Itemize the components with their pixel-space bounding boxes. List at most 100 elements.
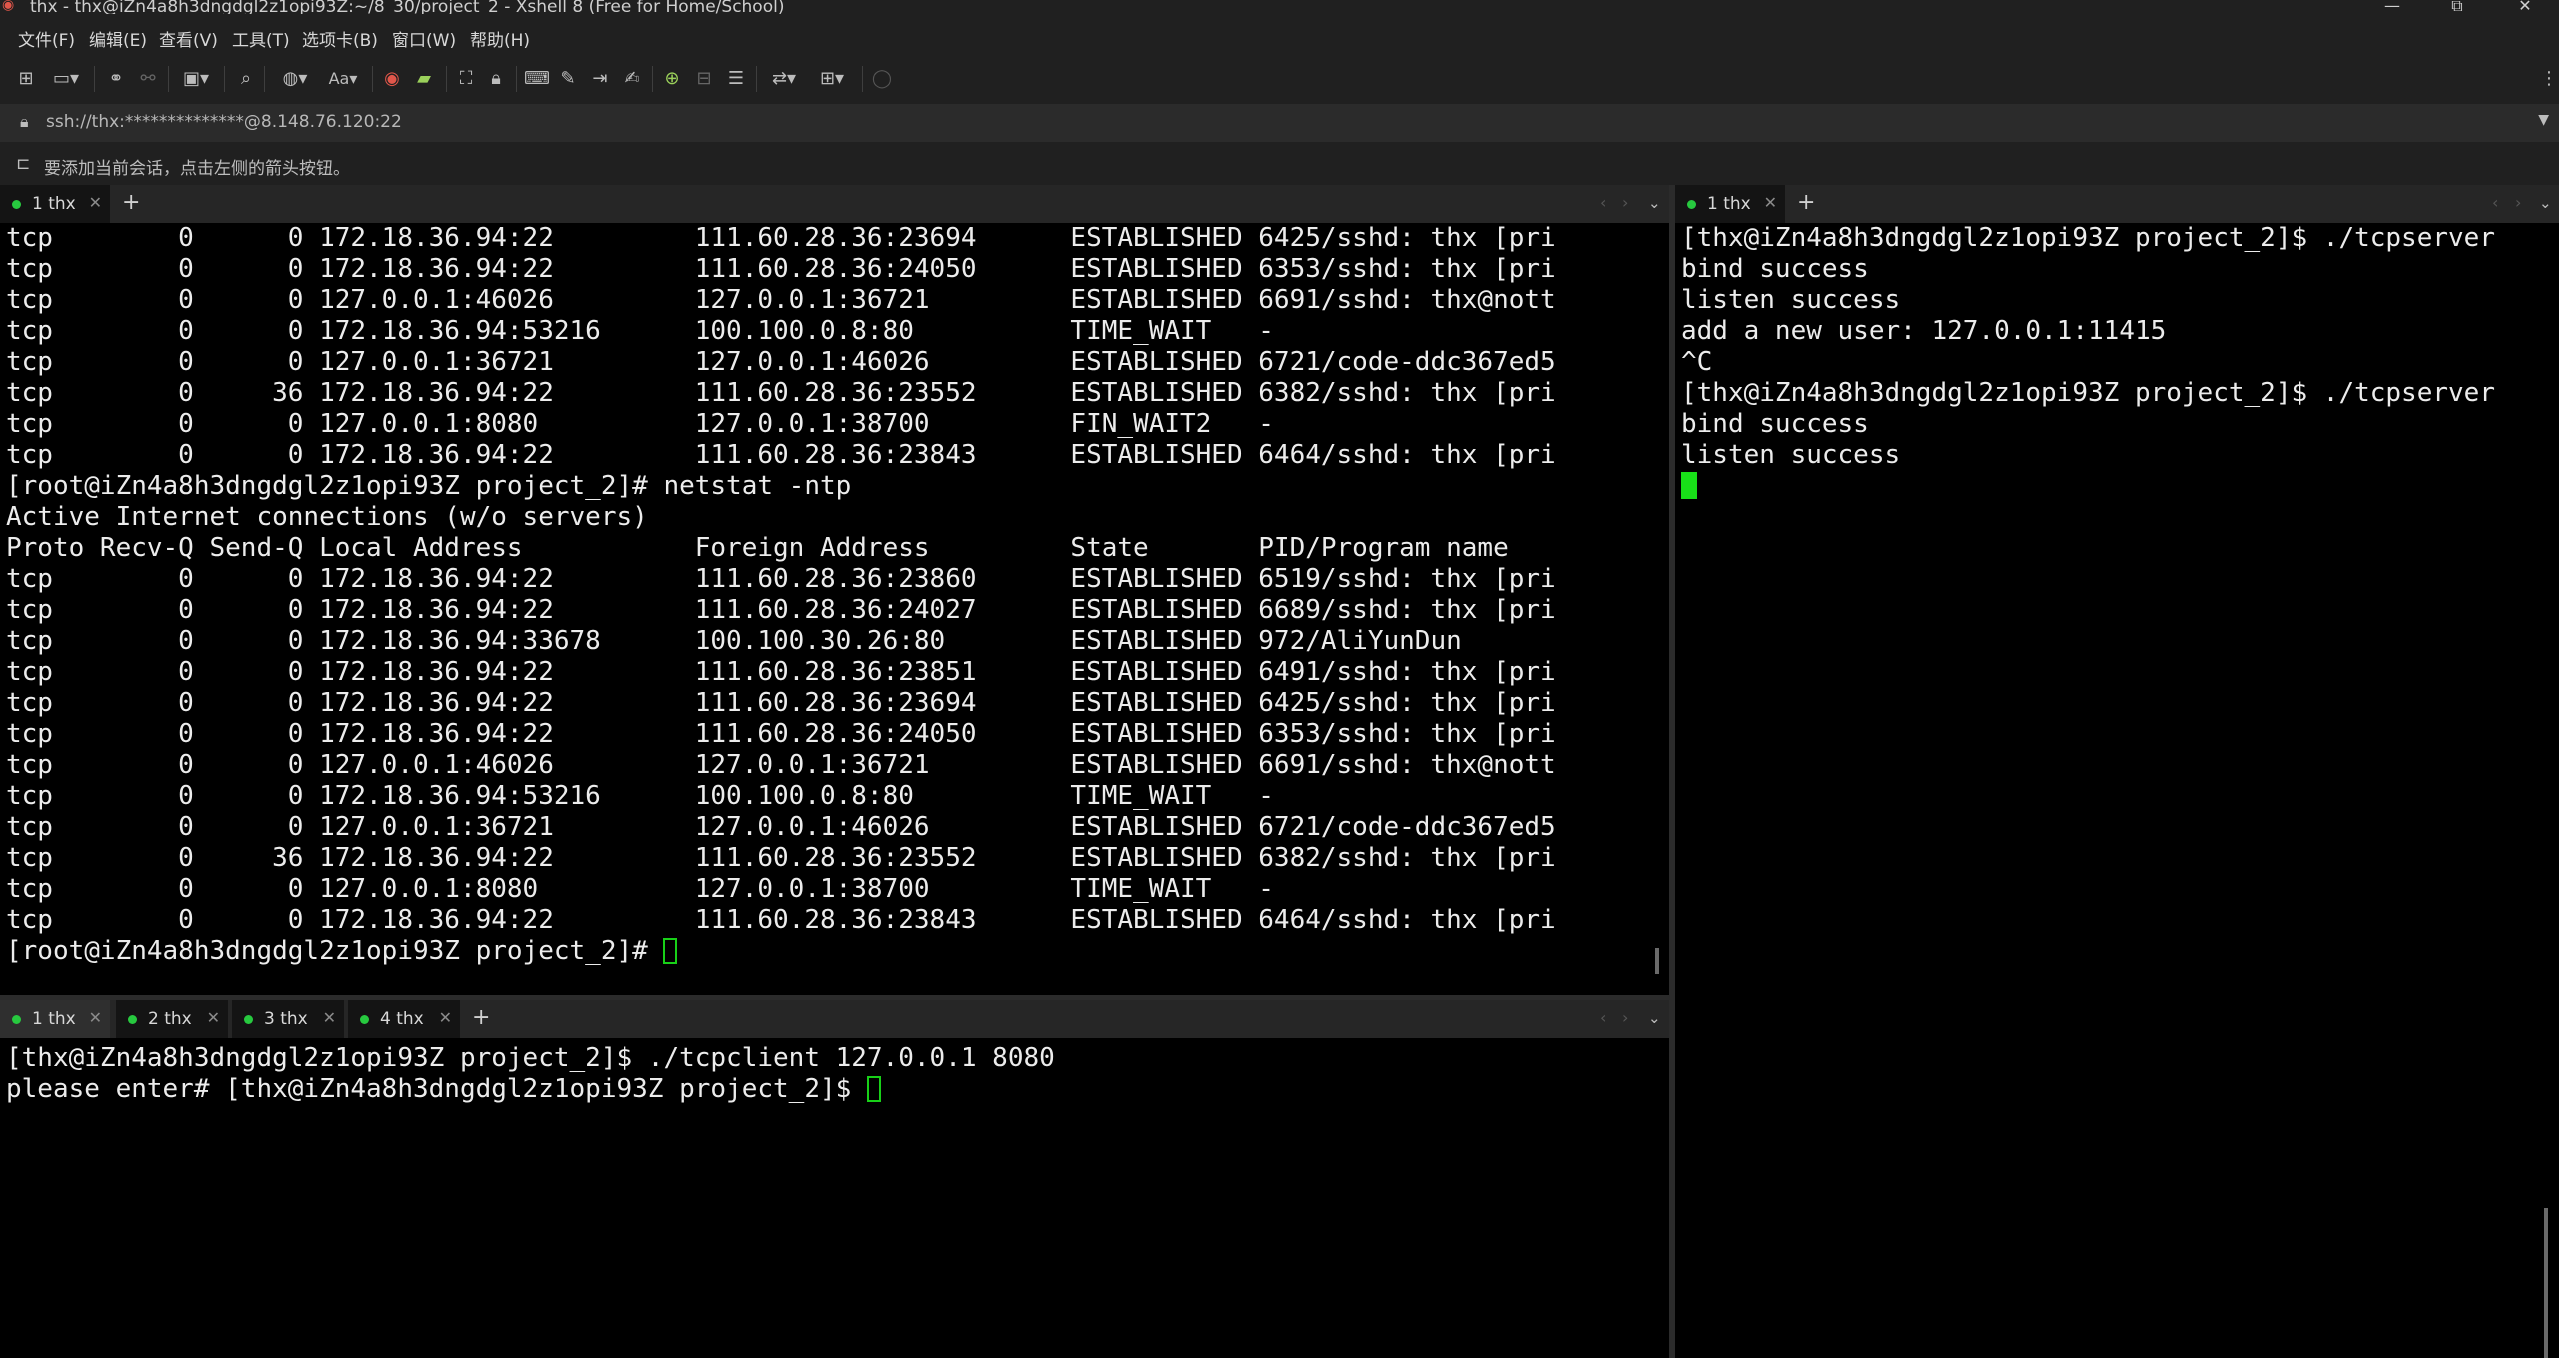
disconnect-icon[interactable]: ⚯ bbox=[136, 64, 160, 94]
chevron-down-icon[interactable]: ⌄ bbox=[1648, 194, 1661, 212]
connected-status-dot bbox=[128, 1015, 137, 1024]
terminal-line: tcp 0 0 172.18.36.94:53216 100.100.0.8:8… bbox=[6, 316, 1274, 346]
terminal-output: [thx@iZn4a8h3dngdgl2z1opi93Z project_2]$… bbox=[1675, 223, 2559, 471]
close-icon[interactable]: ✕ bbox=[89, 193, 102, 212]
menu-edit[interactable]: 编辑(E) bbox=[89, 26, 147, 51]
terminal-cursor bbox=[663, 938, 678, 964]
scroll-tabs-right-icon[interactable]: › bbox=[1622, 193, 1628, 212]
scrollbar-thumb[interactable] bbox=[2544, 1208, 2548, 1358]
menu-view[interactable]: 查看(V) bbox=[159, 26, 218, 51]
horizontal-splitter[interactable] bbox=[0, 995, 1669, 1000]
terminal-cursor bbox=[1681, 472, 1697, 499]
lock-icon[interactable]: 🔒︎ bbox=[484, 64, 508, 94]
scrollbar-thumb[interactable] bbox=[1655, 948, 1659, 974]
xftp-icon[interactable]: ▰ bbox=[412, 64, 436, 94]
terminal-top-left[interactable]: tcp 0 0 172.18.36.94:22 111.60.28.36:236… bbox=[0, 223, 1669, 995]
new-tab-icon[interactable]: ⊕ bbox=[660, 64, 684, 94]
more-icon[interactable]: ⋮ bbox=[2540, 64, 2558, 94]
maximize-button[interactable]: ⧉ bbox=[2437, 0, 2477, 15]
terminal-line: tcp 0 0 172.18.36.94:22 111.60.28.36:236… bbox=[6, 223, 1556, 253]
new-session-icon[interactable]: ⊞ bbox=[14, 64, 38, 94]
terminal-line: tcp 0 0 172.18.36.94:22 111.60.28.36:240… bbox=[6, 595, 1556, 625]
terminal-line: tcp 0 0 127.0.0.1:8080 127.0.0.1:38700 F… bbox=[6, 409, 1274, 439]
toolbar-divider bbox=[516, 66, 517, 92]
transfer-icon[interactable]: ⇄▾ bbox=[764, 64, 804, 94]
tab-label: 4 thx bbox=[380, 1009, 424, 1029]
menu-tools[interactable]: 工具(T) bbox=[232, 26, 290, 51]
find-icon[interactable]: ⌕ bbox=[234, 64, 258, 94]
chevron-down-icon[interactable]: ⌄ bbox=[1648, 1009, 1661, 1027]
highlight-icon[interactable]: ✎ bbox=[556, 64, 580, 94]
terminal-line: Active Internet connections (w/o servers… bbox=[6, 502, 648, 532]
toolbar-divider bbox=[756, 66, 757, 92]
script-icon[interactable]: ✍ bbox=[620, 64, 644, 94]
chat-icon[interactable]: ◯ bbox=[870, 64, 894, 94]
new-window-icon[interactable]: ▣▾ bbox=[176, 64, 216, 94]
chevron-down-icon[interactable]: ⌄ bbox=[2539, 194, 2552, 212]
tab-1-thx[interactable]: 1 thx ✕ bbox=[0, 185, 110, 223]
connected-status-dot bbox=[244, 1015, 253, 1024]
title-bar: ◉ thx - thx@iZn4a8h3dngdgl2z1opi93Z:~/8_… bbox=[0, 0, 2559, 17]
toolbar-divider bbox=[224, 66, 225, 92]
chevron-down-icon[interactable]: ▼ bbox=[2538, 112, 2549, 128]
menu-tabs[interactable]: 选项卡(B) bbox=[302, 26, 378, 51]
tab-3-thx[interactable]: 3 thx ✕ bbox=[232, 1000, 344, 1038]
terminal-line: [thx@iZn4a8h3dngdgl2z1opi93Z project_2]$… bbox=[1681, 378, 2495, 408]
terminal-line: Proto Recv-Q Send-Q Local Address Foreig… bbox=[6, 533, 1509, 563]
close-icon[interactable]: ✕ bbox=[1764, 193, 1777, 212]
menu-window[interactable]: 窗口(W) bbox=[392, 26, 456, 51]
close-button[interactable]: ✕ bbox=[2505, 0, 2545, 15]
font-icon[interactable]: Aa▾ bbox=[322, 64, 364, 94]
toolbar-divider bbox=[94, 66, 95, 92]
terminal-line: tcp 0 0 127.0.0.1:8080 127.0.0.1:38700 T… bbox=[6, 874, 1274, 904]
add-tab-button[interactable]: + bbox=[1797, 190, 1815, 215]
hint-text: 要添加当前会话，点击左侧的箭头按钮。 bbox=[44, 159, 350, 179]
compose-icon[interactable]: ⌨ bbox=[524, 64, 550, 94]
tab-label: 3 thx bbox=[264, 1009, 308, 1029]
connected-status-dot bbox=[360, 1015, 369, 1024]
scroll-tabs-left-icon[interactable]: ‹ bbox=[2492, 193, 2498, 212]
fullscreen-icon[interactable]: ⛶ bbox=[454, 64, 478, 94]
close-icon[interactable]: ✕ bbox=[89, 1008, 102, 1027]
scroll-tabs-left-icon[interactable]: ‹ bbox=[1600, 193, 1606, 212]
scroll-tabs-right-icon[interactable]: › bbox=[2515, 193, 2521, 212]
close-icon[interactable]: ✕ bbox=[323, 1008, 336, 1027]
add-tab-button[interactable]: + bbox=[122, 190, 140, 215]
connect-icon[interactable]: ⚭ bbox=[104, 64, 128, 94]
log-icon[interactable]: ☰ bbox=[724, 64, 748, 94]
scroll-tabs-left-icon[interactable]: ‹ bbox=[1600, 1008, 1606, 1027]
menu-file[interactable]: 文件(F) bbox=[18, 26, 75, 51]
tab-group-icon[interactable]: ⊟ bbox=[692, 64, 716, 94]
minimize-button[interactable]: — bbox=[2372, 0, 2412, 15]
send-icon[interactable]: ⇥ bbox=[588, 64, 612, 94]
xshell-logo-icon[interactable]: ◉ bbox=[380, 64, 404, 94]
terminal-bottom-left[interactable]: [thx@iZn4a8h3dngdgl2z1opi93Z project_2]$… bbox=[0, 1043, 1669, 1358]
close-icon[interactable]: ✕ bbox=[439, 1008, 452, 1027]
terminal-cursor bbox=[866, 1076, 881, 1102]
open-folder-icon[interactable]: ▭▾ bbox=[48, 64, 84, 94]
tab-1-thx[interactable]: 1 thx ✕ bbox=[0, 1000, 110, 1038]
terminal-line: tcp 0 0 172.18.36.94:22 111.60.28.36:236… bbox=[6, 688, 1556, 718]
add-session-icon[interactable]: ⊏ bbox=[16, 154, 30, 174]
connected-status-dot bbox=[1687, 200, 1696, 209]
menu-bar: 文件(F) 编辑(E) 查看(V) 工具(T) 选项卡(B) 窗口(W) 帮助(… bbox=[0, 14, 2559, 54]
terminal-prompt-line[interactable] bbox=[1675, 471, 2559, 502]
toolbar: ⊞ ▭▾ ⚭ ⚯ ▣▾ ⌕ ◍▾ Aa▾ ◉ ▰ ⛶ 🔒︎ ⌨ ✎ ⇥ ✍ ⊕ … bbox=[0, 54, 2559, 104]
layout-icon[interactable]: ⊞▾ bbox=[812, 64, 852, 94]
terminal-output: tcp 0 0 172.18.36.94:22 111.60.28.36:236… bbox=[0, 223, 1669, 936]
close-icon[interactable]: ✕ bbox=[207, 1008, 220, 1027]
address-bar[interactable]: 🔒︎ ssh://thx:**************@8.148.76.120… bbox=[0, 104, 2559, 142]
scroll-tabs-right-icon[interactable]: › bbox=[1622, 1008, 1628, 1027]
globe-icon[interactable]: ◍▾ bbox=[274, 64, 316, 94]
add-tab-button[interactable]: + bbox=[472, 1005, 490, 1030]
terminal-line: bind success bbox=[1681, 254, 1869, 284]
tab-2-thx[interactable]: 2 thx ✕ bbox=[116, 1000, 228, 1038]
menu-help[interactable]: 帮助(H) bbox=[470, 26, 530, 51]
terminal-prompt-line[interactable]: please enter# [thx@iZn4a8h3dngdgl2z1opi9… bbox=[0, 1074, 1669, 1105]
tab-1-thx[interactable]: 1 thx ✕ bbox=[1675, 185, 1785, 223]
terminal-right[interactable]: [thx@iZn4a8h3dngdgl2z1opi93Z project_2]$… bbox=[1675, 223, 2559, 1358]
tab-4-thx[interactable]: 4 thx ✕ bbox=[348, 1000, 460, 1038]
session-url[interactable]: ssh://thx:**************@8.148.76.120:22 bbox=[46, 112, 402, 132]
terminal-prompt-line[interactable]: [root@iZn4a8h3dngdgl2z1opi93Z project_2]… bbox=[0, 936, 1669, 967]
terminal-line: listen success bbox=[1681, 285, 1901, 315]
